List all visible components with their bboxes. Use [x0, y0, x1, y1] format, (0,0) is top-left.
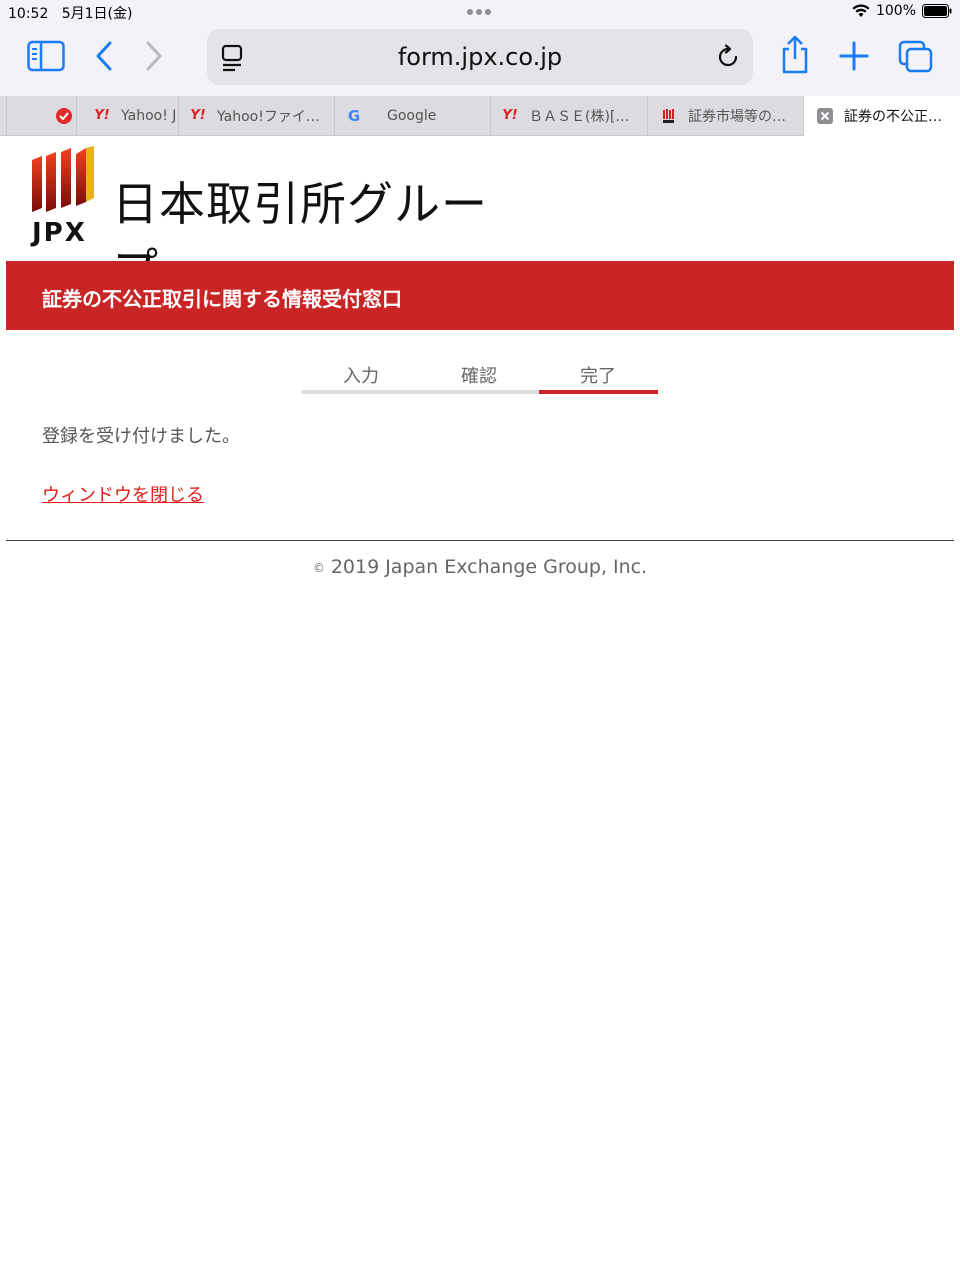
tab-item-5[interactable]: Y! ＢＡＳＥ(株)[… — [490, 96, 647, 135]
yahoo-icon: Y! — [94, 108, 110, 123]
status-bar: 10:52 5月1日(金) 100% — [0, 0, 960, 24]
tab-item-4[interactable]: G Google — [334, 96, 490, 135]
yahoo-icon: Y! — [502, 108, 518, 123]
back-icon[interactable] — [90, 38, 118, 74]
jpx-icon — [660, 107, 678, 125]
tab-item-2[interactable]: Y! Yahoo! J — [76, 96, 178, 135]
browser-toolbar: form.jpx.co.jp — [0, 24, 960, 96]
page-title: 証券の不公正取引に関する情報受付窓口 — [42, 287, 402, 311]
battery-icon — [922, 4, 952, 18]
multitasking-dots-icon[interactable] — [467, 9, 491, 15]
step-complete: 完了 — [580, 366, 616, 387]
red-heart-icon — [55, 107, 73, 125]
wifi-icon — [852, 4, 870, 17]
sidebar-icon[interactable] — [26, 38, 66, 74]
step-progress-current — [539, 390, 658, 394]
copyright-symbol: © — [312, 560, 325, 575]
footer-copyright: © 2019 Japan Exchange Group, Inc. — [0, 556, 960, 578]
copyright-text: 2019 Japan Exchange Group, Inc. — [330, 556, 648, 578]
new-tab-icon[interactable] — [838, 40, 870, 72]
tab-bar: Y! Yahoo! J Y! Yahoo!ファイ… G Google Y! ＢＡ… — [0, 96, 960, 136]
footer-divider — [6, 540, 954, 541]
step-confirm: 確認 — [461, 366, 497, 387]
yahoo-icon: Y! — [190, 108, 206, 123]
address-bar[interactable]: form.jpx.co.jp — [207, 29, 753, 85]
step-input: 入力 — [343, 366, 379, 387]
reload-icon[interactable] — [713, 42, 743, 72]
jpx-logo[interactable]: JPX 日本取引所グループ — [30, 146, 500, 297]
close-window-link[interactable]: ウィンドウを閉じる — [42, 481, 204, 507]
tab-item-7-active[interactable]: 証券の不公正… — [803, 96, 960, 136]
logo-jpx-text: JPX — [32, 218, 87, 248]
url-text[interactable]: form.jpx.co.jp — [207, 43, 753, 71]
completion-message: 登録を受け付けました。 — [42, 426, 240, 447]
tab-item-1[interactable] — [6, 96, 76, 135]
forward-icon[interactable] — [140, 38, 168, 74]
tab-overview-icon[interactable] — [896, 38, 936, 76]
share-icon[interactable] — [778, 34, 812, 76]
page-banner: 証券の不公正取引に関する情報受付窓口 — [6, 261, 954, 330]
jpx-logo-mark — [32, 146, 94, 212]
tab-item-3[interactable]: Y! Yahoo!ファイ… — [178, 96, 334, 135]
status-date: 5月1日(金) — [61, 6, 133, 22]
status-time: 10:52 5月1日(金) — [8, 6, 133, 22]
google-icon: G — [347, 106, 361, 125]
battery-percent: 100% — [875, 3, 916, 19]
tab-item-6[interactable]: 証券市場等の… — [647, 96, 803, 135]
step-indicator: 入力 確認 完了 — [302, 358, 658, 394]
close-icon[interactable] — [816, 107, 834, 125]
